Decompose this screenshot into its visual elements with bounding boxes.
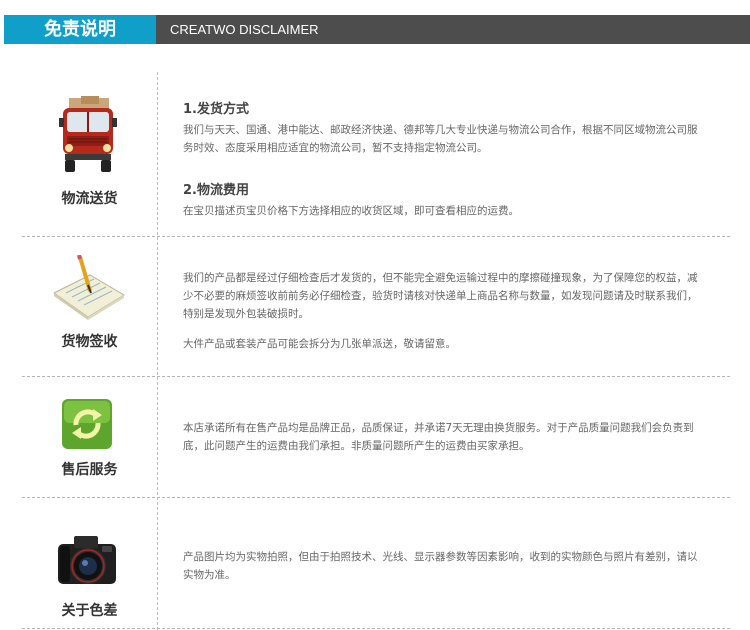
- disclaimer-header: 免责说明 CREATWO DISCLAIMER: [0, 15, 750, 44]
- section-heading: 2.物流费用: [183, 183, 249, 198]
- section-receipt: 货物签收 我们的产品都是经过仔细检查后才发货的，但不能完全避免运输过程中的摩擦碰…: [0, 237, 750, 376]
- section-caption: 关于色差: [61, 603, 118, 619]
- row-divider: [22, 628, 730, 629]
- section-caption: 货物签收: [61, 334, 118, 350]
- section-text: 在宝贝描述页宝贝价格下方选择相应的收货区域，即可查看相应的运费。: [183, 205, 519, 217]
- section-text: 我们与天天、国通、港中能达、邮政经济快递、德邦等几大专业快递与物流公司合作，根据…: [183, 124, 698, 154]
- camera-icon: [56, 532, 118, 588]
- section-text: 我们的产品都是经过仔细检查后才发货的，但不能完全避免运输过程中的摩擦碰撞现象，为…: [183, 272, 698, 320]
- clipboard-pencil-icon: [50, 255, 126, 321]
- section-logistics: 物流送货 1.发货方式 我们与天天、国通、港中能达、邮政经济快递、德邦等几大专业…: [0, 72, 750, 236]
- disclaimer-title: 免责说明: [4, 15, 156, 44]
- disclaimer-subtitle: CREATWO DISCLAIMER: [156, 15, 750, 44]
- section-after-sales: 售后服务 本店承诺所有在售产品均是品牌正品，品质保证，并承诺7天无理由换货服务。…: [0, 377, 750, 497]
- section-text: 产品图片均为实物拍照，但由于拍照技术、光线、显示器参数等因素影响，收到的实物颜色…: [183, 551, 698, 581]
- section-caption: 物流送货: [61, 191, 118, 207]
- section-text: 大件产品或套装产品可能会拆分为几张单派送，敬请留意。: [183, 338, 456, 350]
- section-caption: 售后服务: [61, 462, 118, 478]
- delivery-truck-icon: [57, 96, 119, 176]
- section-color-difference: 关于色差 产品图片均为实物拍照，但由于拍照技术、光线、显示器参数等因素影响，收到…: [0, 498, 750, 628]
- section-text: 本店承诺所有在售产品均是品牌正品，品质保证，并承诺7天无理由换货服务。对于产品质…: [183, 422, 694, 452]
- refresh-cycle-icon: [62, 399, 112, 449]
- section-heading: 1.发货方式: [183, 102, 249, 117]
